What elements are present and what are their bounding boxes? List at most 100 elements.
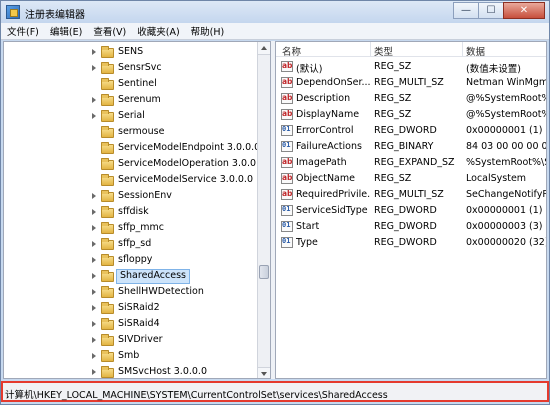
value-row[interactable]: ErrorControl REG_DWORD 0x00000001 (1)	[276, 123, 546, 139]
value-row[interactable]: Type REG_DWORD 0x00000020 (32)	[276, 235, 546, 251]
expand-arrow-icon[interactable]	[92, 49, 96, 55]
value-row[interactable]: (默认) REG_SZ (数值未设置)	[276, 59, 546, 75]
values-header: 名称 类型 数据	[276, 42, 546, 58]
expand-arrow-icon[interactable]	[92, 289, 96, 295]
menu-help[interactable]: 帮助(H)	[191, 24, 225, 38]
expand-arrow-icon[interactable]	[92, 113, 96, 119]
value-type: REG_SZ	[374, 93, 412, 104]
folder-icon	[101, 126, 114, 138]
tree-item[interactable]: SMSvcHost 3.0.0.0	[4, 365, 258, 378]
minimize-button[interactable]: —	[453, 2, 479, 19]
expand-arrow-icon[interactable]	[92, 193, 96, 199]
menu-favorites[interactable]: 收藏夹(A)	[137, 24, 179, 38]
binary-value-icon	[281, 237, 293, 248]
tree-item[interactable]: Smb	[4, 349, 258, 365]
value-row[interactable]: Description REG_SZ @%SystemRoot%	[276, 91, 547, 107]
close-button[interactable]: ✕	[503, 2, 545, 19]
tree-scrollbar[interactable]	[257, 42, 270, 378]
expand-arrow-icon[interactable]	[92, 97, 96, 103]
binary-value-icon	[281, 221, 293, 232]
menu-file[interactable]: 文件(F)	[7, 24, 39, 38]
expand-arrow-icon[interactable]	[92, 337, 96, 343]
tree-item[interactable]: SiSRaid2	[4, 301, 258, 317]
value-row[interactable]: ImagePath REG_EXPAND_SZ %SystemRoot%\S	[276, 155, 546, 171]
tree-item[interactable]: SensrSvc	[4, 61, 258, 77]
tree-item-label: ServiceModelOperation 3.0.0.0	[118, 158, 266, 169]
folder-icon	[101, 46, 114, 58]
scroll-up-icon[interactable]	[258, 42, 270, 55]
value-row[interactable]: DependOnSer... REG_MULTI_SZ Netman WinMgm	[276, 75, 546, 91]
expand-arrow-icon[interactable]	[92, 353, 96, 359]
maximize-button[interactable]: ☐	[478, 2, 504, 19]
tree-item-selected[interactable]: SharedAccess	[4, 269, 258, 285]
value-type: REG_DWORD	[374, 221, 437, 232]
tree-item[interactable]: ServiceModelOperation 3.0.0.0	[4, 157, 265, 173]
value-row[interactable]: ObjectName REG_SZ LocalSystem	[276, 171, 546, 187]
folder-icon	[101, 78, 114, 90]
tree-item[interactable]: sffp_mmc	[4, 221, 258, 237]
tree-item-label: SiSRaid4	[118, 318, 160, 329]
scroll-down-icon[interactable]	[258, 367, 270, 378]
menu-bar: 文件(F) 编辑(E) 查看(V) 收藏夹(A) 帮助(H)	[1, 23, 549, 40]
value-type: REG_SZ	[374, 61, 412, 72]
column-divider[interactable]	[370, 42, 371, 57]
column-header-name[interactable]: 名称	[282, 44, 301, 58]
expand-arrow-icon[interactable]	[92, 273, 96, 279]
tree-item-label: Serenum	[118, 94, 161, 105]
binary-value-icon	[281, 125, 293, 136]
tree-item[interactable]: sermouse	[4, 125, 258, 141]
value-data: 0x00000001 (1)	[466, 125, 543, 136]
scroll-thumb[interactable]	[259, 265, 269, 279]
column-header-type[interactable]: 类型	[374, 44, 393, 58]
expand-arrow-icon[interactable]	[92, 257, 96, 263]
value-row[interactable]: DisplayName REG_SZ @%SystemRoot%	[276, 107, 546, 123]
expand-arrow-icon[interactable]	[92, 209, 96, 215]
folder-icon	[101, 302, 114, 314]
value-row[interactable]: ServiceSidType REG_DWORD 0x00000001 (1)	[276, 203, 546, 219]
value-name: ObjectName	[296, 173, 355, 184]
tree-item[interactable]: sffp_sd	[4, 237, 258, 253]
tree-item[interactable]: SIVDriver	[4, 333, 258, 349]
column-divider[interactable]	[462, 42, 463, 57]
value-name: FailureActions	[296, 141, 362, 152]
tree-item[interactable]: Serenum	[4, 93, 258, 109]
value-row[interactable]: FailureActions REG_BINARY 84 03 00 00 00 0…	[276, 139, 546, 155]
value-data: 0x00000001 (1)	[466, 205, 543, 216]
expand-arrow-icon[interactable]	[92, 225, 96, 231]
folder-icon	[101, 62, 114, 74]
expand-arrow-icon[interactable]	[92, 321, 96, 327]
tree-item[interactable]: sfloppy	[4, 253, 258, 269]
folder-icon	[101, 94, 114, 106]
tree-item[interactable]: ShellHWDetection	[4, 285, 258, 301]
string-value-icon	[281, 77, 293, 88]
tree-item-label: sfloppy	[118, 254, 153, 265]
expand-arrow-icon[interactable]	[92, 305, 96, 311]
expand-arrow-icon[interactable]	[92, 241, 96, 247]
folder-icon	[101, 174, 114, 186]
tree-item[interactable]: SessionEnv	[4, 189, 258, 205]
value-row[interactable]: Start REG_DWORD 0x00000003 (3)	[276, 219, 546, 235]
key-path: 计算机\HKEY_LOCAL_MACHINE\SYSTEM\CurrentCon…	[5, 390, 388, 401]
tree-item[interactable]: ServiceModelService 3.0.0.0	[4, 173, 258, 189]
value-type: REG_DWORD	[374, 125, 437, 136]
folder-icon	[101, 238, 114, 250]
tree-item[interactable]: sffdisk	[4, 205, 258, 221]
value-data: @%SystemRoot%	[466, 93, 547, 104]
value-type: REG_EXPAND_SZ	[374, 157, 455, 168]
value-row[interactable]: RequiredPrivile... REG_MULTI_SZ SeChangeNo…	[276, 187, 546, 203]
tree-item[interactable]: Sentinel	[4, 77, 258, 93]
menu-edit[interactable]: 编辑(E)	[50, 24, 82, 38]
tree-item-label: SessionEnv	[118, 190, 172, 201]
tree-item[interactable]: Serial	[4, 109, 258, 125]
string-value-icon	[281, 173, 293, 184]
expand-arrow-icon[interactable]	[92, 369, 96, 375]
expand-arrow-icon[interactable]	[92, 65, 96, 71]
value-name: Type	[296, 237, 318, 248]
tree-item[interactable]: ServiceModelEndpoint 3.0.0.0	[4, 141, 260, 157]
folder-icon	[101, 142, 114, 154]
tree-item[interactable]: SENS	[4, 45, 258, 61]
menu-view[interactable]: 查看(V)	[93, 24, 126, 38]
title-bar[interactable]: 注册表编辑器 — ☐ ✕	[1, 1, 549, 23]
tree-item[interactable]: SiSRaid4	[4, 317, 258, 333]
column-header-data[interactable]: 数据	[466, 44, 485, 58]
